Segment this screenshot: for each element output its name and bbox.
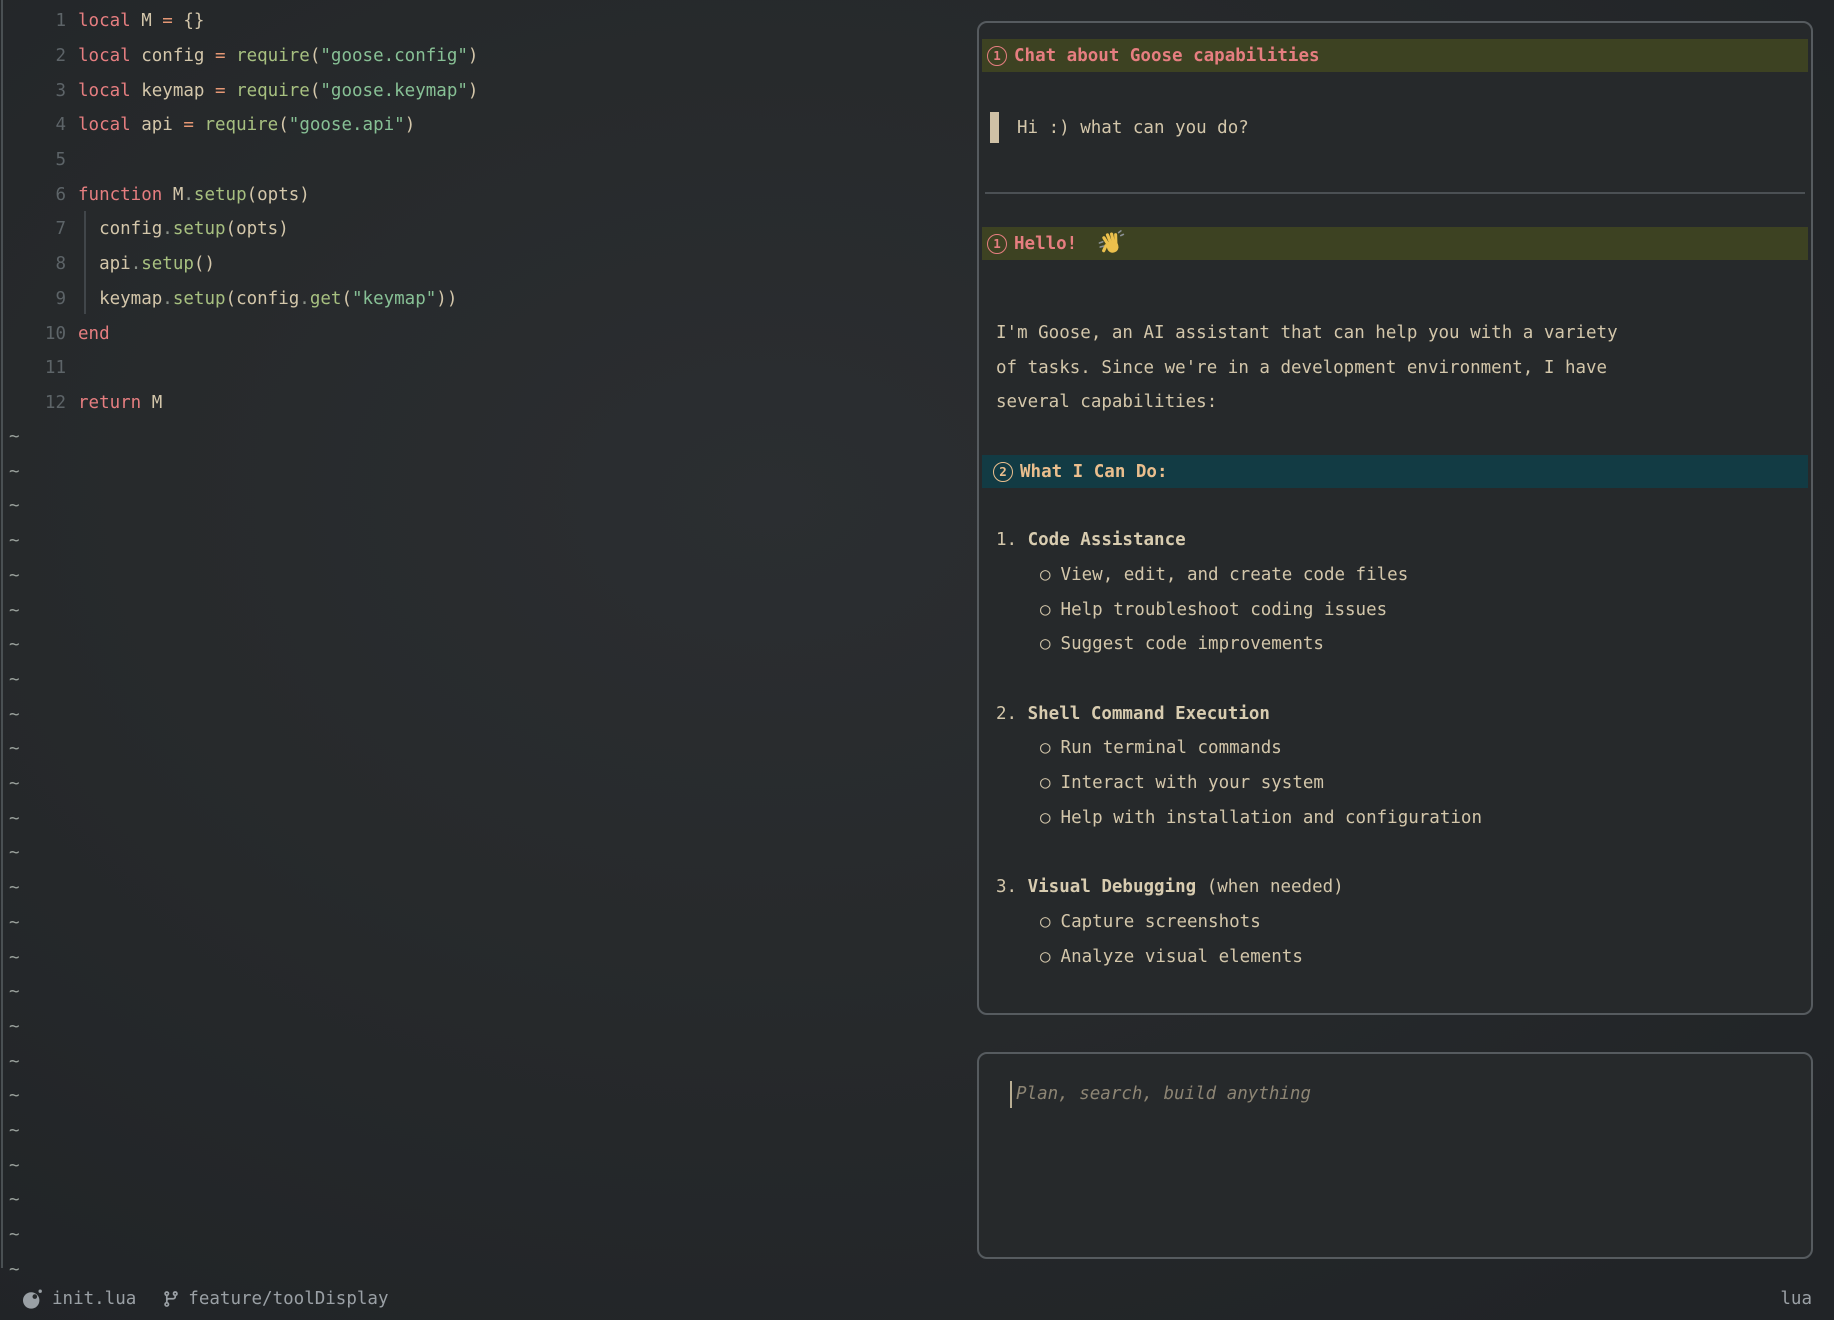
code-line: 9 keymap.setup(config.get("keymap")) bbox=[0, 282, 960, 317]
section-header: 2 What I Can Do: bbox=[982, 455, 1808, 488]
capabilities-list: 1. Code Assistance○View, edit, and creat… bbox=[996, 523, 1808, 974]
code-lines: 1local M = {}2local config = require("go… bbox=[0, 4, 960, 420]
capability-bullet: ○Analyze visual elements bbox=[996, 940, 1808, 975]
line-number: 2 bbox=[0, 46, 66, 66]
code-line: 11 bbox=[0, 351, 960, 386]
assistant-header-title: Hello! bbox=[1014, 234, 1077, 254]
code-line: 8 api.setup() bbox=[0, 247, 960, 282]
capability-bullet: ○View, edit, and create code files bbox=[996, 558, 1808, 593]
circled-number-icon: 1 bbox=[987, 234, 1007, 254]
capability-bullet: ○Help troubleshoot coding issues bbox=[996, 593, 1808, 628]
line-number: 8 bbox=[0, 254, 66, 274]
capability-bullet: ○Suggest code improvements bbox=[996, 627, 1808, 662]
bullet-icon: ○ bbox=[1040, 738, 1051, 758]
capability-title: 2. Shell Command Execution bbox=[996, 697, 1808, 732]
lua-logo-icon bbox=[22, 1288, 43, 1310]
code-line: 4local api = require("goose.api") bbox=[0, 108, 960, 143]
user-message-text: Hi :) what can you do? bbox=[1017, 118, 1249, 138]
assistant-header: 1 Hello! bbox=[982, 227, 1808, 260]
line-number: 4 bbox=[0, 115, 66, 135]
prompt-header-title: Chat about Goose capabilities bbox=[1014, 46, 1320, 66]
capability-bullet: ○Capture screenshots bbox=[996, 905, 1808, 940]
code-editor[interactable]: 1local M = {}2local config = require("go… bbox=[0, 4, 960, 420]
wave-emoji-icon bbox=[1096, 229, 1126, 259]
goose-chat-panel[interactable]: 1 Chat about Goose capabilities Hi :) wh… bbox=[977, 21, 1813, 1015]
capability-bullet: ○Run terminal commands bbox=[996, 731, 1808, 766]
chat-input-panel[interactable]: Plan, search, build anything bbox=[977, 1052, 1813, 1259]
git-branch-icon bbox=[162, 1290, 180, 1308]
line-number: 3 bbox=[0, 81, 66, 101]
capability-title: 1. Code Assistance bbox=[996, 523, 1808, 558]
statusline: init.lua feature/toolDisplay lua bbox=[0, 1278, 1834, 1320]
code-line: 2local config = require("goose.config") bbox=[0, 39, 960, 74]
section-header-title: What I Can Do: bbox=[1020, 462, 1168, 482]
capability-section: 2. Shell Command Execution○Run terminal … bbox=[996, 697, 1808, 836]
message-divider bbox=[985, 192, 1805, 194]
quote-bar bbox=[990, 112, 999, 143]
code-line: 6function M.setup(opts) bbox=[0, 177, 960, 212]
statusline-filename: init.lua bbox=[52, 1289, 136, 1309]
nvim-screen: 1local M = {}2local config = require("go… bbox=[0, 0, 1834, 1320]
line-number: 9 bbox=[0, 289, 66, 309]
line-number: 1 bbox=[0, 11, 66, 31]
user-prompt-header: 1 Chat about Goose capabilities bbox=[982, 39, 1808, 72]
code-line: 3local keymap = require("goose.keymap") bbox=[0, 73, 960, 108]
indent-guide bbox=[84, 211, 86, 314]
bullet-icon: ○ bbox=[1040, 947, 1051, 967]
circled-number-icon: 1 bbox=[987, 46, 1007, 66]
statusline-filetype: lua bbox=[1780, 1289, 1812, 1309]
code-line: 5 bbox=[0, 143, 960, 178]
statusline-git-branch: feature/toolDisplay bbox=[188, 1289, 388, 1309]
line-number: 12 bbox=[0, 393, 66, 413]
bullet-icon: ○ bbox=[1040, 565, 1051, 585]
code-line: 7 config.setup(opts) bbox=[0, 212, 960, 247]
code-line: 10end bbox=[0, 316, 960, 351]
capability-section: 3. Visual Debugging (when needed)○Captur… bbox=[996, 870, 1808, 974]
chat-input-placeholder: Plan, search, build anything bbox=[1016, 1080, 1311, 1108]
empty-line-markers: ~ ~ ~ ~ ~ ~ ~ ~ ~ ~ ~ ~ ~ ~ ~ ~ ~ ~ ~ ~ … bbox=[9, 420, 20, 1288]
line-number: 10 bbox=[0, 324, 66, 344]
line-number: 6 bbox=[0, 185, 66, 205]
bullet-icon: ○ bbox=[1040, 912, 1051, 932]
text-cursor bbox=[1010, 1081, 1012, 1108]
capability-title: 3. Visual Debugging (when needed) bbox=[996, 870, 1808, 905]
user-message: Hi :) what can you do? bbox=[990, 110, 1808, 145]
bullet-icon: ○ bbox=[1040, 600, 1051, 620]
code-line: 12return M bbox=[0, 386, 960, 421]
assistant-intro-text: I'm Goose, an AI assistant that can help… bbox=[996, 316, 1808, 420]
bullet-icon: ○ bbox=[1040, 773, 1051, 793]
line-number: 5 bbox=[0, 150, 66, 170]
bullet-icon: ○ bbox=[1040, 634, 1051, 654]
code-line: 1local M = {} bbox=[0, 4, 960, 39]
line-number: 7 bbox=[0, 219, 66, 239]
line-number: 11 bbox=[0, 358, 66, 378]
capability-section: 1. Code Assistance○View, edit, and creat… bbox=[996, 523, 1808, 662]
capability-bullet: ○Help with installation and configuratio… bbox=[996, 801, 1808, 836]
circled-number-icon: 2 bbox=[993, 462, 1013, 482]
capability-bullet: ○Interact with your system bbox=[996, 766, 1808, 801]
bullet-icon: ○ bbox=[1040, 808, 1051, 828]
